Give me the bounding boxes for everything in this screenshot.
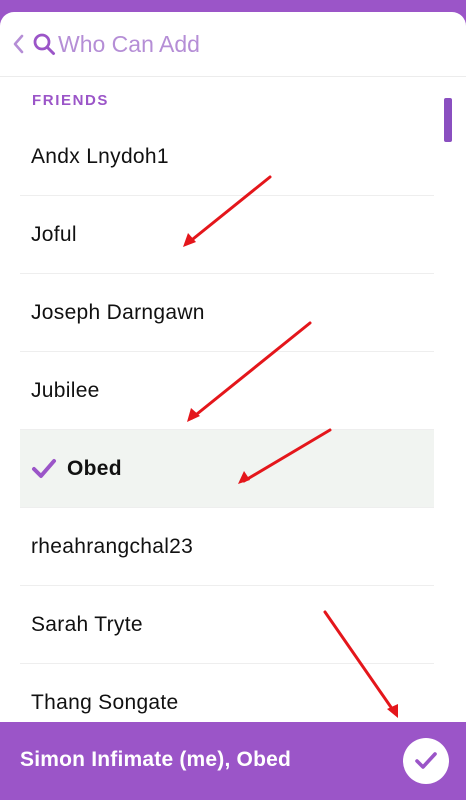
friend-name: Thang Songate: [31, 690, 179, 714]
list-item[interactable]: Jubilee: [20, 352, 434, 430]
search-header: [0, 12, 466, 77]
friend-name: Joful: [31, 222, 77, 246]
list-item[interactable]: Joseph Darngawn: [20, 274, 434, 352]
checkmark-icon: [415, 752, 437, 769]
list-item[interactable]: Sarah Tryte: [20, 586, 434, 664]
list-item[interactable]: Thang Songate: [20, 664, 434, 722]
selection-footer: Simon Infimate (me), Obed: [0, 722, 466, 800]
check-icon-wrapper: [20, 454, 67, 484]
list-item[interactable]: Andx Lnydoh1: [20, 118, 434, 196]
friend-name: rheahrangchal23: [31, 534, 194, 558]
back-button[interactable]: [8, 28, 30, 60]
search-input[interactable]: [58, 26, 438, 62]
selected-friends-summary: Simon Infimate (me), Obed: [20, 748, 292, 771]
friend-name: Obed: [67, 456, 122, 480]
who-can-add-panel: FRIENDS Andx Lnydoh1 Joful Joseph Darnga…: [0, 12, 466, 722]
list-item[interactable]: rheahrangchal23: [20, 508, 434, 586]
friends-list: Andx Lnydoh1 Joful Joseph Darngawn Jubil…: [20, 118, 434, 722]
list-item[interactable]: Joful: [20, 196, 434, 274]
friends-section-label: FRIENDS: [32, 92, 110, 109]
search-icon: [33, 33, 55, 55]
scrollbar[interactable]: [444, 98, 452, 142]
friend-name: Joseph Darngawn: [31, 300, 205, 324]
chevron-left-icon: [13, 34, 24, 54]
friend-name: Jubilee: [31, 378, 100, 402]
confirm-button[interactable]: [403, 738, 449, 784]
list-item-selected[interactable]: Obed: [20, 430, 434, 508]
friend-name: Andx Lnydoh1: [31, 144, 169, 168]
friend-name: Sarah Tryte: [31, 612, 143, 636]
checkmark-icon: [31, 458, 56, 478]
